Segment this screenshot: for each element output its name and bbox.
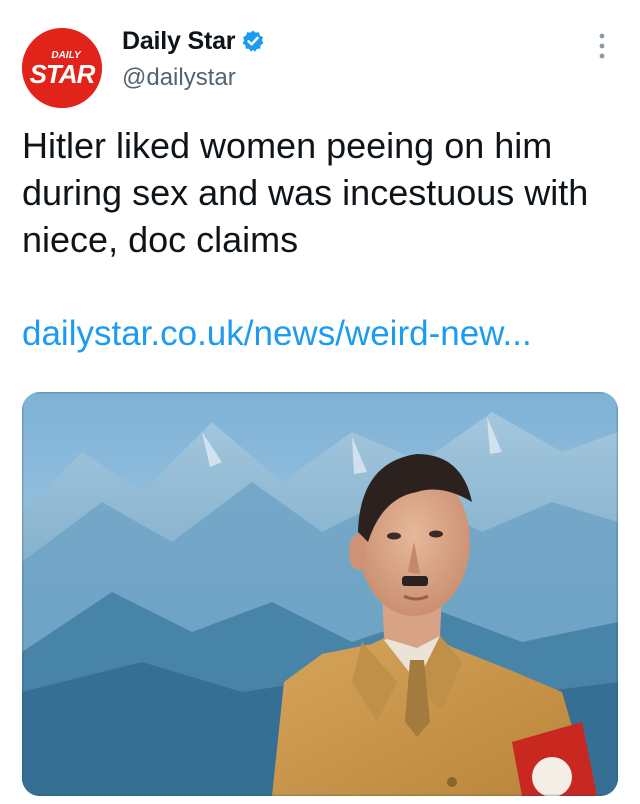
verified-badge-icon — [241, 29, 265, 53]
tweet-header: DAILY STAR Daily Star @dailystar — [22, 24, 618, 108]
daily-star-logo-icon: DAILY STAR — [22, 28, 102, 108]
tweet-card[interactable]: DAILY STAR Daily Star @dailystar Hitler … — [0, 0, 640, 804]
tweet-text: Hitler liked women peeing on him during … — [22, 125, 599, 260]
more-options-icon[interactable] — [592, 30, 612, 64]
logo-text-main: STAR — [30, 59, 96, 89]
tweet-image[interactable] — [22, 392, 618, 796]
account-handle[interactable]: @dailystar — [122, 64, 265, 92]
article-link[interactable]: dailystar.co.uk/news/weird-new... — [22, 314, 532, 354]
portrait-photo — [22, 392, 618, 796]
display-name[interactable]: Daily Star — [122, 27, 236, 56]
avatar[interactable]: DAILY STAR — [22, 28, 102, 108]
account-names: Daily Star @dailystar — [122, 26, 265, 92]
